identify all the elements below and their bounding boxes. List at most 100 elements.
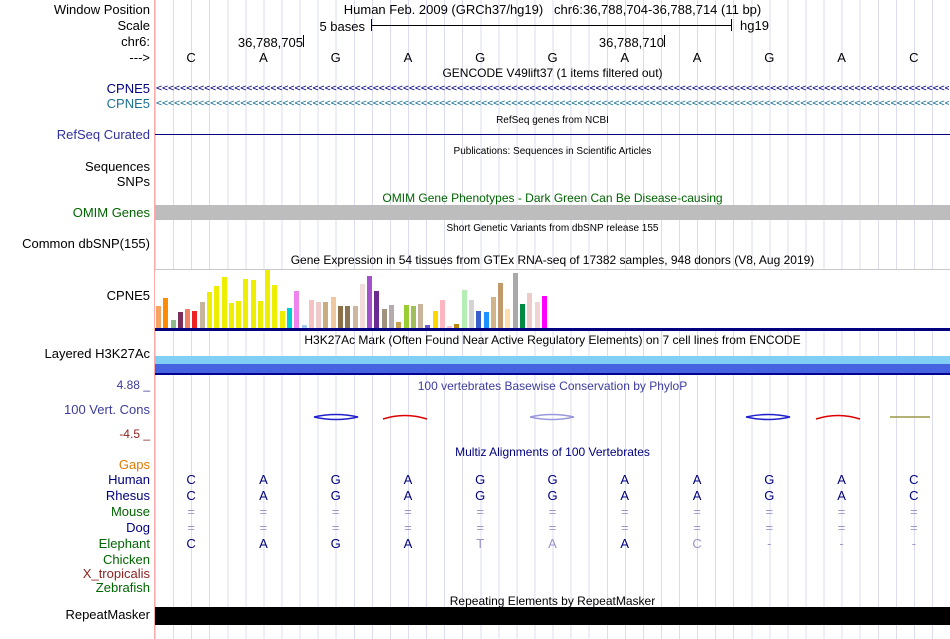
multiz-cell: G: [764, 472, 775, 487]
multiz-cell: A: [692, 472, 702, 487]
base-letter: A: [620, 50, 630, 65]
multiz-cell: G: [330, 488, 341, 503]
multiz-cell: C: [186, 472, 196, 487]
multiz-cell: G: [475, 472, 486, 487]
gencode-transcript-1[interactable]: <<<<<<<<<<<<<<<<<<<<<<<<<<<<<<<<<<<<<<<<…: [156, 84, 949, 94]
gtex-track-title[interactable]: Gene Expression in 54 tissues from GTEx …: [155, 254, 950, 267]
gtex-bar: [512, 273, 518, 328]
multiz-cell: =: [620, 504, 629, 519]
gtex-bar: [192, 311, 198, 328]
gencode-track-title[interactable]: GENCODE V49lift37 (1 items filtered out): [155, 67, 950, 80]
refseq-gene-line[interactable]: [155, 134, 950, 135]
coord-left: 36,788,705: [237, 35, 303, 50]
gtex-bar: [214, 286, 220, 328]
scale-ruler-line: [371, 25, 731, 26]
strand-label[interactable]: --->: [0, 51, 150, 65]
multiz-cell: =: [765, 520, 774, 535]
gtex-bar: [206, 292, 212, 328]
multiz-cell: G: [764, 488, 775, 503]
base-letter: C: [909, 50, 919, 65]
gtex-bar: [330, 297, 336, 328]
gtex-bar: [534, 302, 540, 328]
gtex-bar: [374, 291, 380, 328]
omim-track-label[interactable]: OMIM Genes: [0, 206, 150, 220]
gencode-item-label-2[interactable]: CPNE5: [0, 97, 150, 111]
h3k27ac-signal-band-dark[interactable]: [155, 364, 950, 373]
gtex-bar: [388, 305, 394, 328]
multiz-cell: G: [330, 472, 341, 487]
multiz-cell: =: [837, 504, 846, 519]
gtex-bar: [156, 306, 161, 328]
gtex-bar: [323, 302, 329, 328]
phylop-track-title[interactable]: 100 vertebrates Basewise Conservation by…: [155, 380, 950, 393]
multiz-cell: =: [187, 520, 195, 535]
multiz-cell: =: [548, 504, 557, 519]
base-letter: A: [692, 50, 702, 65]
gtex-bar: [352, 306, 358, 328]
position-header: Human Feb. 2009 (GRCh37/hg19) chr6:36,78…: [155, 3, 950, 17]
multiz-cell: =: [476, 504, 485, 519]
multiz-cell: =: [620, 520, 629, 535]
h3k27ac-track-title[interactable]: H3K27Ac Mark (Often Found Near Active Re…: [155, 334, 950, 347]
gtex-bar: [221, 277, 227, 328]
multiz-cell: A: [620, 536, 630, 551]
gtex-bar: [527, 293, 533, 328]
multiz-species-label-x_tropicalis[interactable]: X_tropicalis: [0, 567, 150, 581]
h3k27ac-signal-band-light[interactable]: [155, 356, 950, 364]
repeatmasker-track-label[interactable]: RepeatMasker: [0, 608, 150, 622]
gtex-bar: [265, 270, 271, 328]
gtex-bar: [454, 324, 460, 328]
phylop-lens-mark: [313, 413, 359, 421]
gtex-bar: [177, 312, 183, 328]
gtex-bar: [338, 306, 343, 328]
publications-track-title[interactable]: Publications: Sequences in Scientific Ar…: [155, 146, 950, 157]
omim-track-title[interactable]: OMIM Gene Phenotypes - Dark Green Can Be…: [155, 192, 950, 205]
multiz-species-label-dog[interactable]: Dog: [0, 521, 150, 535]
gtex-bar: [308, 300, 314, 328]
gtex-bar: [439, 300, 445, 328]
gencode-item-label-1[interactable]: CPNE5: [0, 82, 150, 96]
multiz-track-title[interactable]: Multiz Alignments of 100 Vertebrates: [155, 446, 950, 459]
omim-gene-bar[interactable]: [155, 205, 950, 220]
refseq-track-title[interactable]: RefSeq genes from NCBI: [155, 115, 950, 126]
h3k27ac-track-label[interactable]: Layered H3K27Ac: [0, 347, 150, 361]
base-letter: G: [764, 50, 775, 65]
gtex-bar: [170, 320, 176, 328]
multiz-cell: G: [547, 472, 558, 487]
gtex-bar: [316, 302, 322, 328]
dbsnp-track-title[interactable]: Short Genetic Variants from dbSNP releas…: [155, 223, 950, 234]
multiz-species-label-human[interactable]: Human: [0, 473, 150, 487]
snps-track-label[interactable]: SNPs: [0, 175, 150, 189]
multiz-cell: =: [259, 520, 268, 535]
multiz-cell: A: [403, 488, 413, 503]
phylop-track-label[interactable]: 100 Vert. Cons: [0, 403, 150, 417]
gencode-transcript-2[interactable]: <<<<<<<<<<<<<<<<<<<<<<<<<<<<<<<<<<<<<<<<…: [156, 99, 949, 109]
multiz-gaps-label[interactable]: Gaps: [0, 458, 150, 472]
multiz-cell: C: [186, 536, 196, 551]
multiz-species-label-zebrafish[interactable]: Zebrafish: [0, 581, 150, 595]
multiz-cell: A: [620, 472, 630, 487]
multiz-species-label-rhesus[interactable]: Rhesus: [0, 489, 150, 503]
base-letter: G: [475, 50, 486, 65]
gtex-bar: [490, 297, 496, 328]
refseq-track-label[interactable]: RefSeq Curated: [0, 128, 150, 142]
sequences-track-label[interactable]: Sequences: [0, 160, 150, 174]
multiz-cell: =: [404, 520, 412, 535]
multiz-species-label-chicken[interactable]: Chicken: [0, 553, 150, 567]
scale-label: Scale: [117, 18, 150, 33]
repeatmasker-element-bar[interactable]: [155, 607, 950, 625]
gtex-bar: [228, 303, 234, 328]
position-label: chr6:36,788,704-36,788,714 (11 bp): [554, 2, 762, 17]
multiz-cell: T: [476, 536, 485, 551]
dbsnp-track-label[interactable]: Common dbSNP(155): [0, 237, 150, 251]
phylop-min-value: -4.5 _: [119, 427, 150, 441]
multiz-cell: =: [404, 504, 412, 519]
gtex-gene-label[interactable]: CPNE5: [0, 289, 150, 303]
gtex-bar: [257, 301, 263, 328]
gtex-bar: [250, 280, 256, 328]
multiz-species-label-elephant[interactable]: Elephant: [0, 537, 150, 551]
gtex-bar: [476, 311, 482, 328]
gtex-bar: [396, 322, 402, 328]
base-letter: C: [186, 50, 196, 65]
multiz-species-label-mouse[interactable]: Mouse: [0, 505, 150, 519]
